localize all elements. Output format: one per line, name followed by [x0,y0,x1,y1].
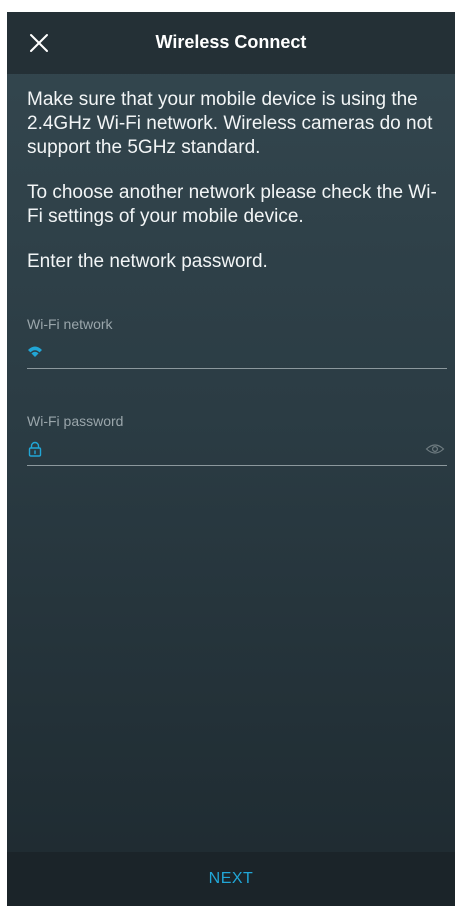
wifi-password-label: Wi-Fi password [27,413,124,429]
wifi-icon [28,346,42,357]
instruction-paragraph-password: Enter the network password. [27,251,268,272]
wifi-password-input[interactable] [51,439,415,461]
instruction-paragraph-frequency: Make sure that your mobile device is usi… [27,89,433,158]
eye-icon[interactable] [425,441,445,457]
next-button[interactable]: NEXT [7,870,455,888]
lock-icon [28,441,42,457]
instructions: Make sure that your mobile device is usi… [27,88,447,295]
wifi-password-field: Wi-Fi password [27,413,447,466]
instruction-paragraph-network: To choose another network please check t… [27,182,437,227]
wifi-network-label: Wi-Fi network [27,316,113,332]
footer-bar: NEXT [7,852,455,906]
wifi-password-row [27,439,447,466]
wireless-connect-screen: Wireless Connect Make sure that your mob… [7,12,455,906]
wifi-network-row [27,342,447,369]
header-bar: Wireless Connect [7,12,455,74]
wifi-network-input[interactable] [51,342,415,364]
page-title: Wireless Connect [155,32,307,52]
wifi-network-field: Wi-Fi network [27,316,447,369]
